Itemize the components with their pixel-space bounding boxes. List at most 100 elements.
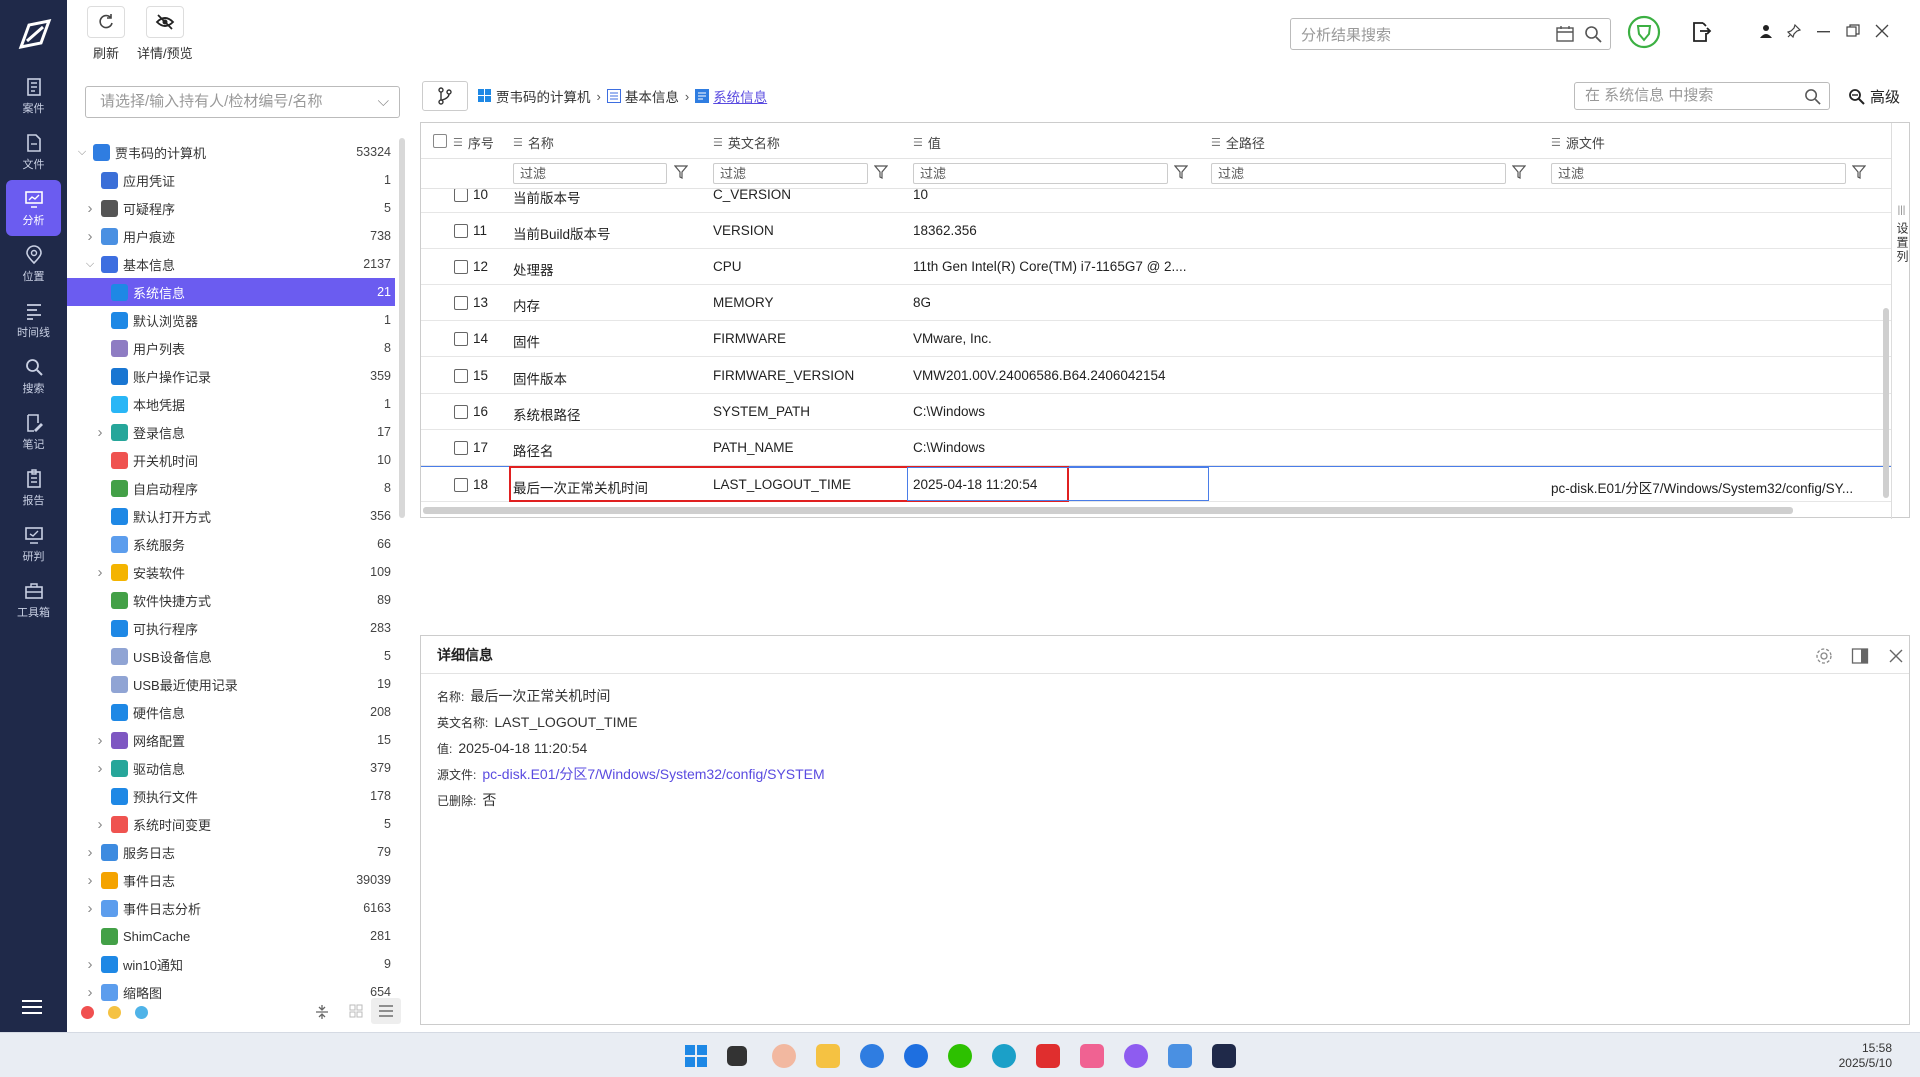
- column-header-source-file[interactable]: ☰ 源文件: [1551, 133, 1605, 152]
- tree-node[interactable]: USB设备信息 5: [75, 642, 395, 670]
- tree-node[interactable]: 应用凭证 1: [75, 166, 395, 194]
- evidence-select[interactable]: 请选择/输入持有人/检材编号/名称 ⌵: [85, 86, 400, 118]
- tree-node[interactable]: USB最近使用记录 19: [75, 670, 395, 698]
- yellow-dot-icon[interactable]: [108, 1005, 121, 1019]
- filter-input-source-file[interactable]: 过滤: [1551, 163, 1846, 184]
- row-checkbox[interactable]: [454, 189, 468, 202]
- tree-node[interactable]: › 驱动信息 379: [75, 754, 395, 782]
- detail-preview-button[interactable]: 详情/预览: [137, 6, 193, 62]
- collapse-all-icon[interactable]: [315, 1004, 329, 1020]
- table-row[interactable]: 18 最后一次正常关机时间 LAST_LOGOUT_TIME 2025-04-18 1…: [421, 465, 1891, 502]
- chevron-right-icon[interactable]: ›: [83, 900, 97, 917]
- taskview-icon[interactable]: [727, 1046, 747, 1066]
- row-checkbox[interactable]: [454, 477, 468, 492]
- tree-node[interactable]: 预执行文件 178: [75, 782, 395, 810]
- filter-icon[interactable]: [874, 165, 888, 179]
- wechat-icon[interactable]: [948, 1044, 972, 1068]
- app-logo-icon[interactable]: [0, 0, 67, 68]
- refresh-button[interactable]: 刷新: [87, 6, 125, 62]
- rail-item-toolbox[interactable]: 工具箱: [0, 572, 67, 628]
- table-row[interactable]: 11 当前Build版本号 VERSION 18362.356: [421, 213, 1891, 250]
- tree-node[interactable]: ⌵ 基本信息 2137: [75, 250, 395, 278]
- table-row[interactable]: 10 当前版本号 C_VERSION 10: [421, 189, 1891, 213]
- filter-icon[interactable]: [1512, 165, 1526, 179]
- rail-item-judge[interactable]: 研判: [0, 516, 67, 572]
- rail-item-search[interactable]: 搜索: [0, 348, 67, 404]
- minimize-icon[interactable]: [1817, 24, 1831, 38]
- tree-node[interactable]: › 事件日志分析 6163: [75, 894, 395, 922]
- filter-icon[interactable]: [1174, 165, 1188, 179]
- tree-node[interactable]: 默认打开方式 356: [75, 502, 395, 530]
- row-checkbox[interactable]: [454, 440, 468, 455]
- tree-node[interactable]: ⌵ 贾韦码的计算机 53324: [75, 138, 395, 166]
- chevron-right-icon[interactable]: ›: [83, 844, 97, 861]
- chevron-right-icon[interactable]: ›: [83, 872, 97, 889]
- table-row[interactable]: 12 处理器 CPU 11th Gen Intel(R) Core(TM) i7-11…: [421, 249, 1891, 286]
- close-icon[interactable]: [1875, 24, 1889, 38]
- tree-node[interactable]: 用户列表 8: [75, 334, 395, 362]
- chevron-right-icon[interactable]: ›: [93, 424, 107, 441]
- folder-icon[interactable]: [816, 1044, 840, 1068]
- user-icon[interactable]: [1759, 24, 1773, 38]
- row-checkbox[interactable]: [454, 224, 468, 239]
- table-row[interactable]: 16 系统根路径 SYSTEM_PATH C:\Windows: [421, 394, 1891, 430]
- tree-node[interactable]: 开关机时间 10: [75, 446, 395, 474]
- set-columns-button[interactable]: ||| 设置列: [1891, 123, 1911, 519]
- row-checkbox[interactable]: [454, 260, 468, 275]
- column-header-en-name[interactable]: ☰ 英文名称: [713, 133, 780, 152]
- tree-node[interactable]: 自启动程序 8: [75, 474, 395, 502]
- tree-node[interactable]: › 安装软件 109: [75, 558, 395, 586]
- k-app-icon[interactable]: [904, 1044, 928, 1068]
- cloud-app-icon[interactable]: [860, 1044, 884, 1068]
- table-horizontal-scrollbar[interactable]: [423, 507, 1793, 514]
- row-checkbox[interactable]: [454, 296, 468, 311]
- column-header-name[interactable]: ☰ 名称: [513, 133, 554, 152]
- tree-node[interactable]: 软件快捷方式 89: [75, 586, 395, 614]
- edge-icon[interactable]: [992, 1044, 1016, 1068]
- detail-source-link[interactable]: pc-disk.E01/分区7/Windows/System32/config/…: [482, 766, 824, 782]
- red-app-icon[interactable]: [1036, 1044, 1060, 1068]
- tree-node[interactable]: › 系统时间变更 5: [75, 810, 395, 838]
- column-header-full-path[interactable]: ☰ 全路径: [1211, 133, 1265, 152]
- rail-item-case[interactable]: 案件: [0, 68, 67, 124]
- table-vertical-scrollbar[interactable]: [1883, 308, 1889, 498]
- split-view-icon[interactable]: [1851, 647, 1869, 665]
- rail-item-analysis[interactable]: 分析: [6, 180, 61, 236]
- filter-icon[interactable]: [1852, 165, 1866, 179]
- grid-view-icon[interactable]: [349, 1004, 363, 1018]
- filter-input-value[interactable]: 过滤: [913, 163, 1168, 184]
- status-shield-icon[interactable]: [1627, 15, 1661, 49]
- table-row[interactable]: 15 固件版本 FIRMWARE_VERSION VMW201.00V.2400658…: [421, 358, 1891, 394]
- table-row[interactable]: 14 固件 FIRMWARE VMware, Inc.: [421, 321, 1891, 358]
- tree-node[interactable]: › 事件日志 39039: [75, 866, 395, 894]
- advanced-search-button[interactable]: 高级: [1848, 86, 1900, 107]
- menu-icon[interactable]: [22, 999, 42, 1018]
- table-row[interactable]: 13 内存 MEMORY 8G: [421, 285, 1891, 322]
- close-icon[interactable]: [1887, 647, 1905, 665]
- remote-desktop-icon[interactable]: [1168, 1044, 1192, 1068]
- tree-node[interactable]: › 用户痕迹 738: [75, 222, 395, 250]
- avatar-app-icon[interactable]: [772, 1044, 796, 1068]
- tree-node[interactable]: 本地凭据 1: [75, 390, 395, 418]
- chevron-right-icon[interactable]: ›: [83, 200, 97, 217]
- forensics-app-icon[interactable]: [1212, 1044, 1236, 1068]
- tree-node[interactable]: ShimCache 281: [75, 922, 395, 950]
- export-icon[interactable]: [1690, 21, 1712, 43]
- table-search-input[interactable]: 在 系统信息 中搜索: [1574, 82, 1830, 110]
- pin-icon[interactable]: [1787, 24, 1801, 38]
- tree-node[interactable]: › 网络配置 15: [75, 726, 395, 754]
- tree-node[interactable]: › 服务日志 79: [75, 838, 395, 866]
- filter-input-full-path[interactable]: 过滤: [1211, 163, 1506, 184]
- chevron-down-icon[interactable]: ⌵: [83, 258, 97, 271]
- tree-node[interactable]: 账户操作记录 359: [75, 362, 395, 390]
- rail-item-report[interactable]: 报告: [0, 460, 67, 516]
- blue-dot-icon[interactable]: [135, 1005, 148, 1019]
- tree-node[interactable]: 默认浏览器 1: [75, 306, 395, 334]
- tree-node[interactable]: 系统服务 66: [75, 530, 395, 558]
- filter-icon[interactable]: [674, 165, 688, 179]
- row-checkbox[interactable]: [454, 404, 468, 419]
- chevron-right-icon[interactable]: ›: [93, 760, 107, 777]
- rail-item-file[interactable]: 文件: [0, 124, 67, 180]
- chevron-down-icon[interactable]: ⌵: [75, 146, 89, 159]
- chevron-right-icon[interactable]: ›: [83, 228, 97, 245]
